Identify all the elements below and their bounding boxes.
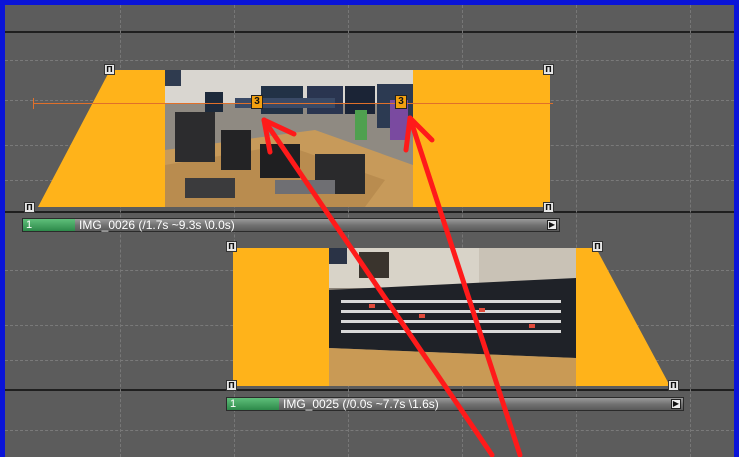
annotation-arrows (261, 115, 523, 457)
